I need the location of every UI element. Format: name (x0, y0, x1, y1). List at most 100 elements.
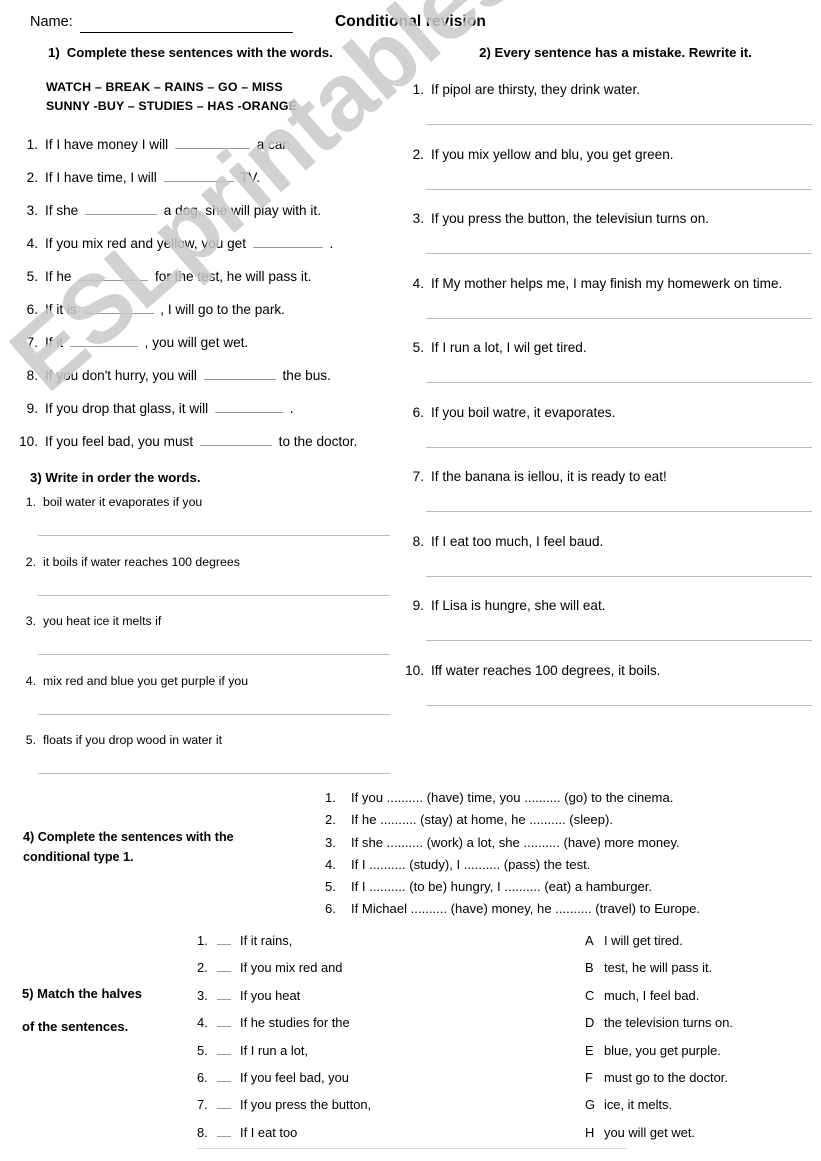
exercise-2-item: 7. If the banana is iellou, it is ready t… (400, 469, 812, 534)
exercise-2-answer-rule[interactable] (426, 382, 812, 383)
exercise-2-item: 4. If My mother helps me, I may finish my… (400, 276, 812, 341)
exercise-1-answer-blank[interactable] (69, 333, 138, 347)
exercise-2-item-number: 7. (412, 469, 424, 484)
exercise-4-item-number: 1. (325, 790, 336, 805)
exercise-2-item-number: 1. (412, 82, 424, 97)
word-bank-line-2: SUNNY -BUY – STUDIES – HAS -ORANGE (46, 99, 298, 114)
exercise-2-answer-rule[interactable] (426, 124, 812, 125)
exercise-2-item-line: 6. If you boil watre, it evaporates. (400, 405, 812, 420)
exercise-2-item-text: If I eat too much, I feel baud. (431, 533, 604, 549)
exercise-5-item-number: 1. (197, 933, 208, 948)
exercise-2-item-number: 5. (412, 340, 424, 355)
exercise-1-answer-blank[interactable] (85, 201, 158, 215)
exercise-3-answer-rule[interactable] (38, 654, 390, 655)
exercise-2-item-text: If My mother helps me, I may finish my h… (431, 275, 783, 291)
name-blank-rule[interactable] (80, 32, 293, 33)
exercise-3-item-number: 2. (25, 554, 36, 569)
exercise-5-option-letter: E (585, 1042, 594, 1058)
exercise-1-answer-blank[interactable] (214, 399, 283, 413)
exercise-3-item-line: 3. you heat ice it melts if (14, 614, 404, 628)
exercise-2-item-line: 5. If I run a lot, I wil get tired. (400, 340, 812, 355)
exercise-2-answer-rule[interactable] (426, 640, 812, 641)
exercise-1-item-text: If you don't hurry, you will the bus. (45, 366, 331, 383)
exercise-4-row: 4. If I .......... (study), I .......... … (325, 857, 821, 879)
exercise-5-item-text: If you mix red and (240, 960, 343, 976)
exercise-3-answer-rule[interactable] (38, 773, 390, 774)
exercise-2-item: 10. Iff water reaches 100 degrees, it boi… (400, 663, 812, 728)
exercise-3-item-line: 5. floats if you drop wood in water it (14, 733, 404, 747)
exercise-5-match-blank[interactable] (217, 1097, 231, 1110)
exercise-1-item-text: If he for the test, he will pass it. (45, 267, 312, 284)
exercise-2-item-text: If you press the button, the televisiun … (431, 211, 710, 226)
exercise-1-item-number: 4. (26, 236, 38, 251)
exercise-4-item-text: If I .......... (to be) hungry, I ......… (351, 879, 653, 895)
exercise-5-item-text: If you heat (240, 987, 301, 1003)
exercise-1-answer-blank[interactable] (174, 135, 250, 149)
exercise-1-item-number: 1. (26, 137, 38, 152)
exercise-2-item-number: 4. (412, 275, 424, 291)
exercise-2-answer-rule[interactable] (426, 317, 812, 319)
exercise-5-right-row: Btest, he will pass it. (585, 960, 820, 987)
exercise-1-item-text: If you feel bad, you must to the doctor. (45, 432, 358, 449)
exercise-5-match-blank[interactable] (217, 960, 231, 973)
exercise-3-item-line: 4. mix red and blue you get purple if you (14, 674, 404, 688)
exercise-2-heading-text: Every sentence has a mistake. Rewrite it… (494, 45, 752, 60)
exercise-3-item-number: 4. (25, 673, 36, 688)
worksheet-page: ESLprintables.com Name: Conditional revi… (0, 0, 821, 1161)
exercise-5-match-blank[interactable] (217, 1070, 231, 1082)
exercise-3-item: 2. it boils if water reaches 100 degrees (14, 555, 404, 615)
exercise-5-item-number: 2. (197, 960, 208, 976)
exercise-5-match-blank[interactable] (217, 1043, 231, 1055)
exercise-2-answer-rule[interactable] (426, 253, 812, 254)
exercise-5-left-row: 2. If you mix red and (197, 960, 427, 987)
exercise-2-answer-rule[interactable] (426, 575, 812, 577)
exercise-5-right-column: A I will get tired. Btest, he will pass it… (585, 933, 820, 1152)
exercise-4-item-text: If he .......... (stay) at home, he ....… (351, 812, 613, 828)
exercise-2-answer-rule[interactable] (426, 511, 812, 512)
exercise-2-item-text: Iff water reaches 100 degrees, it boils. (431, 662, 661, 678)
exercise-4-item-number: 6. (325, 901, 336, 917)
exercise-3-item: 3. you heat ice it melts if (14, 614, 404, 674)
exercise-2-item: 3. If you press the button, the televisiu… (400, 211, 812, 276)
exercise-3-answer-rule[interactable] (38, 713, 390, 715)
exercise-1-number: 1) (48, 45, 60, 60)
exercise-5-right-row: Eblue, you get purple. (585, 1043, 820, 1070)
exercise-1-row: 9. If you drop that glass, it will . (14, 399, 404, 432)
exercise-2-item-line: 9. If Lisa is hungre, she will eat. (400, 598, 812, 613)
exercise-2-answer-rule[interactable] (426, 446, 812, 448)
exercise-1-row: 7. If it , you will get wet. (14, 333, 404, 366)
exercise-4-item-number: 4. (325, 856, 336, 872)
exercise-1-item-number: 5. (26, 269, 38, 284)
exercise-1-answer-blank[interactable] (83, 300, 154, 314)
exercise-5-match-blank[interactable] (217, 1125, 231, 1137)
exercise-2-answer-rule[interactable] (426, 188, 812, 190)
exercise-5-option-letter: D (585, 1015, 595, 1031)
exercise-1-item-number: 6. (26, 302, 38, 317)
exercise-3-item-line: 2. it boils if water reaches 100 degrees (14, 555, 404, 569)
exercise-2-list: 1. If pipol are thirsty, they drink water… (400, 82, 812, 727)
exercise-3-item: 4. mix red and blue you get purple if you (14, 674, 404, 734)
exercise-3-answer-rule[interactable] (38, 535, 390, 536)
exercise-4-heading: 4) Complete the sentences with the condi… (23, 828, 303, 867)
exercise-2-answer-rule[interactable] (426, 704, 812, 706)
exercise-5-option-letter: A (585, 933, 594, 948)
exercise-1-answer-blank[interactable] (163, 168, 234, 182)
exercise-1-row: 5. If he for the test, he will pass it. (14, 267, 404, 300)
exercise-1-answer-blank[interactable] (203, 366, 276, 380)
exercise-3-item-text: floats if you drop wood in water it (43, 733, 223, 747)
exercise-5-match-blank[interactable] (217, 933, 231, 945)
exercise-1-list: 1. If I have money I will a car. 2. If I ha… (14, 135, 404, 465)
exercise-4-item-text: If you .......... (have) time, you .....… (351, 790, 674, 805)
exercise-3-answer-rule[interactable] (38, 594, 390, 596)
exercise-5-item-number: 6. (197, 1069, 208, 1085)
exercise-2-item-line: 1. If pipol are thirsty, they drink water… (400, 82, 812, 97)
exercise-1-row: 3. If she a dog, she will play with it. (14, 201, 404, 234)
exercise-1-answer-blank[interactable] (199, 432, 272, 446)
exercise-5-item-text: If he studies for the (240, 1015, 350, 1031)
exercise-5-heading-line-1: 5) Match the halves (22, 986, 142, 1001)
exercise-1-answer-blank[interactable] (252, 234, 323, 248)
exercise-1-answer-blank[interactable] (78, 267, 149, 281)
exercise-2-item-line: 7. If the banana is iellou, it is ready t… (400, 469, 812, 484)
exercise-5-match-blank[interactable] (217, 1015, 231, 1028)
exercise-5-match-blank[interactable] (217, 988, 231, 1000)
